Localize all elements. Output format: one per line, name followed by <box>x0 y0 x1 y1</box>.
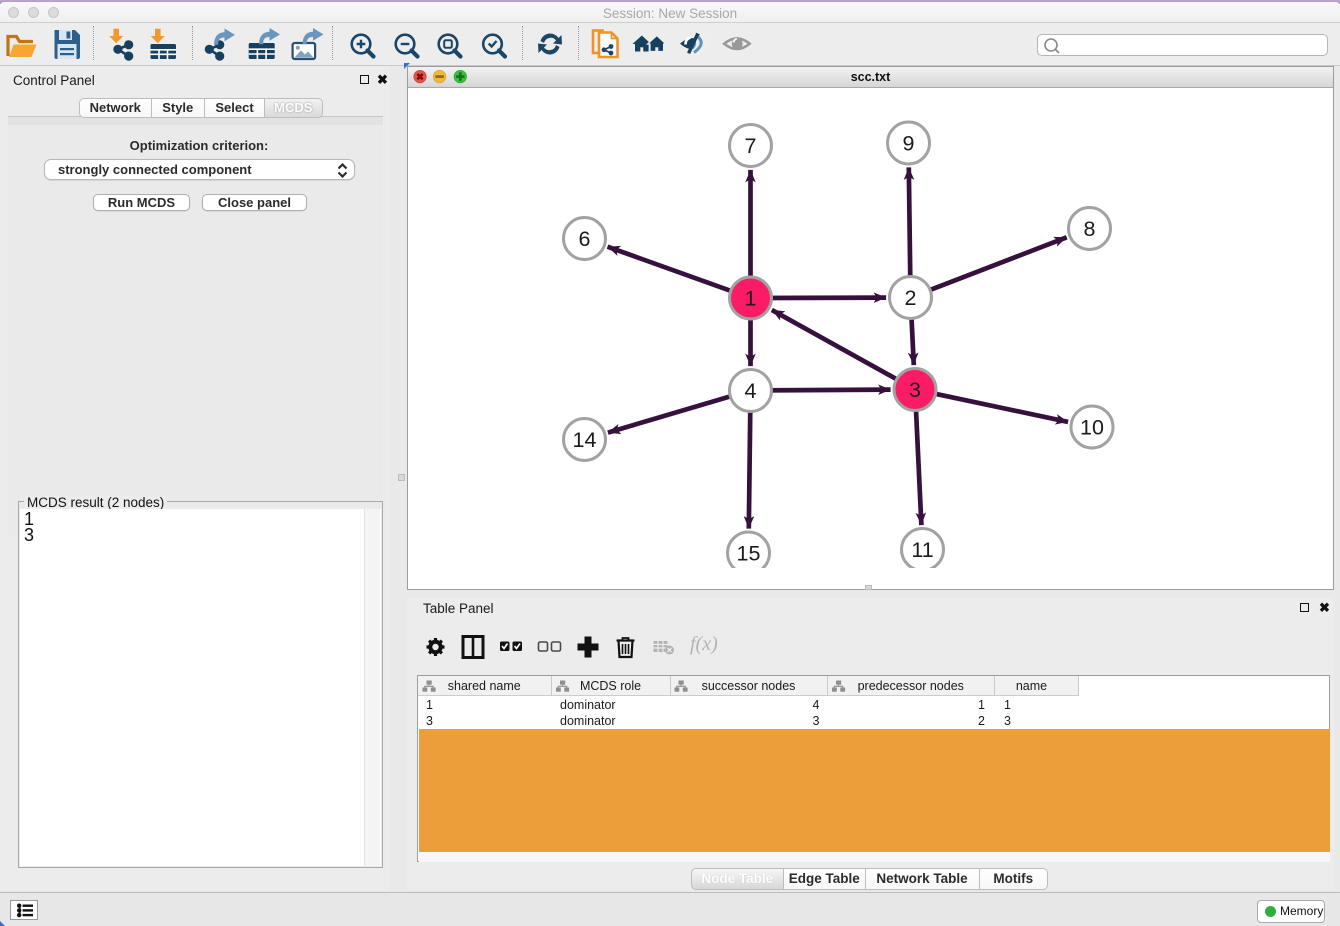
svg-text:11: 11 <box>911 538 933 562</box>
svg-text:14: 14 <box>573 428 597 452</box>
svg-text:6: 6 <box>579 227 591 251</box>
svg-text:7: 7 <box>745 134 757 158</box>
svg-text:15: 15 <box>737 542 761 566</box>
svg-text:8: 8 <box>1084 217 1096 241</box>
svg-text:2: 2 <box>905 286 917 310</box>
svg-text:1: 1 <box>745 287 757 311</box>
svg-text:3: 3 <box>909 378 921 402</box>
svg-text:9: 9 <box>903 132 915 156</box>
svg-text:10: 10 <box>1080 416 1104 440</box>
svg-text:4: 4 <box>745 379 757 403</box>
